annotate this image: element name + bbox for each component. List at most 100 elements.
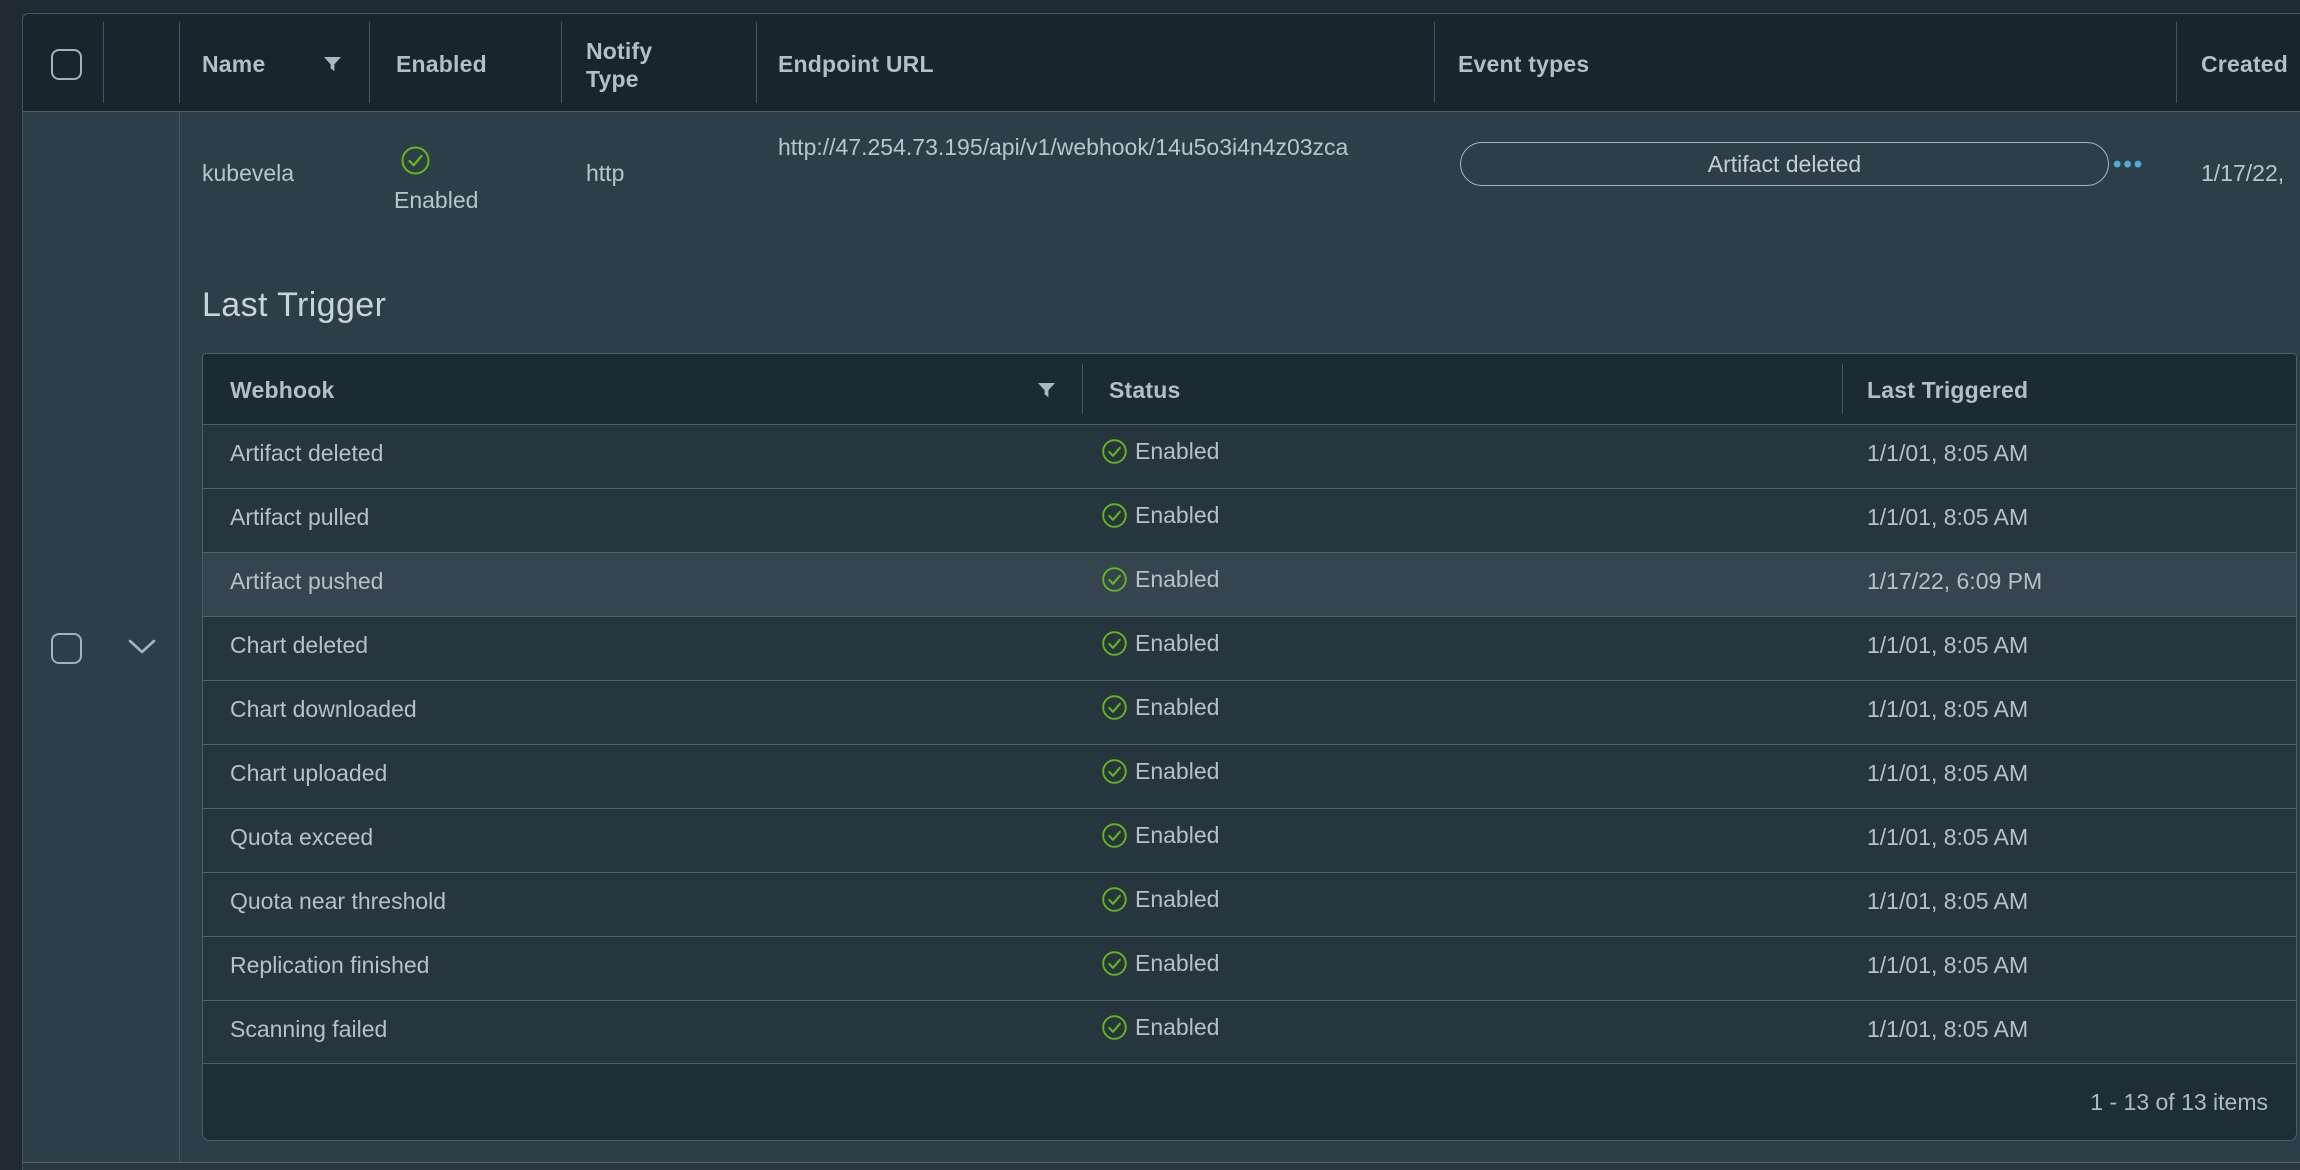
status-label: Enabled	[1135, 438, 1219, 465]
gutter-divider	[179, 111, 180, 1163]
created-cell: 1/17/22,	[2201, 160, 2284, 187]
column-divider	[2176, 22, 2177, 103]
status-cell: Enabled	[1101, 950, 1219, 977]
webhook-cell: Artifact pushed	[230, 568, 383, 595]
column-header-enabled[interactable]: Enabled	[396, 51, 487, 78]
last-trigger-row: Replication finished Enabled 1/1/01, 8:05 …	[203, 937, 2296, 1001]
last-trigger-title: Last Trigger	[202, 286, 386, 325]
last-triggered-cell: 1/1/01, 8:05 AM	[1867, 504, 2028, 531]
column-header-event-types[interactable]: Event types	[1458, 51, 1589, 78]
more-event-types-ellipsis[interactable]: •••	[2113, 151, 2144, 179]
column-divider	[561, 22, 562, 103]
last-trigger-row: Artifact pulled Enabled 1/1/01, 8:05 AM	[203, 489, 2296, 553]
last-triggered-cell: 1/1/01, 8:05 AM	[1867, 760, 2028, 787]
column-divider	[369, 22, 370, 103]
enabled-status-icon	[1101, 886, 1128, 913]
status-label: Enabled	[1135, 630, 1219, 657]
webhook-cell: Chart deleted	[230, 632, 368, 659]
status-label: Enabled	[1135, 694, 1219, 721]
column-header-name[interactable]: Name	[202, 51, 265, 78]
name-filter-icon[interactable]	[322, 54, 343, 74]
column-header-webhook[interactable]: Webhook	[230, 377, 334, 404]
status-cell: Enabled	[1101, 502, 1219, 529]
webhook-name-cell: kubevela	[202, 160, 294, 187]
webhook-cell: Scanning failed	[230, 1016, 387, 1043]
next-row-partial	[23, 1163, 2300, 1170]
column-header-created[interactable]: Created	[2201, 51, 2288, 78]
last-trigger-row: Artifact pushed Enabled 1/17/22, 6:09 PM	[203, 553, 2296, 617]
status-label: Enabled	[1135, 1014, 1219, 1041]
row-checkbox[interactable]	[51, 633, 82, 664]
webhook-filter-icon[interactable]	[1036, 380, 1057, 400]
pagination-summary: 1 - 13 of 13 items	[2090, 1089, 2268, 1116]
status-cell: Enabled	[1101, 1014, 1219, 1041]
status-label: Enabled	[1135, 566, 1219, 593]
webhooks-table-header: Name Enabled Notify Type Endpoint URL Ev…	[23, 14, 2300, 112]
enabled-status-icon	[1101, 630, 1128, 657]
column-header-endpoint-url[interactable]: Endpoint URL	[778, 51, 934, 78]
column-divider	[756, 22, 757, 103]
status-cell: Enabled	[1101, 886, 1219, 913]
status-cell: Enabled	[1101, 822, 1219, 849]
last-triggered-cell: 1/1/01, 8:05 AM	[1867, 696, 2028, 723]
last-triggered-cell: 1/1/01, 8:05 AM	[1867, 888, 2028, 915]
last-trigger-table-header: Webhook Status Last Triggered	[203, 354, 2296, 425]
endpoint-url-cell: http://47.254.73.195/api/v1/webhook/14u5…	[778, 133, 1426, 162]
status-label: Enabled	[1135, 502, 1219, 529]
enabled-status-icon	[1101, 950, 1128, 977]
status-label: Enabled	[1135, 758, 1219, 785]
last-trigger-row: Scanning failed Enabled 1/1/01, 8:05 AM	[203, 1001, 2296, 1065]
enabled-status-icon	[400, 145, 431, 176]
last-trigger-row: Quota exceed Enabled 1/1/01, 8:05 AM	[203, 809, 2296, 873]
status-label: Enabled	[1135, 822, 1219, 849]
webhook-cell: Quota exceed	[230, 824, 373, 851]
webhooks-page: { "colors": { "success_green": "#61ba16"…	[0, 0, 2300, 1170]
enabled-status-icon	[1101, 822, 1128, 849]
last-triggered-cell: 1/1/01, 8:05 AM	[1867, 952, 2028, 979]
notify-type-cell: http	[586, 160, 624, 187]
status-cell: Enabled	[1101, 694, 1219, 721]
enabled-status-icon	[1101, 758, 1128, 785]
table-footer: 1 - 13 of 13 items	[203, 1063, 2296, 1140]
last-trigger-row: Artifact deleted Enabled 1/1/01, 8:05 AM	[203, 425, 2296, 489]
last-triggered-cell: 1/1/01, 8:05 AM	[1867, 440, 2028, 467]
collapse-row-chevron-down-icon[interactable]	[127, 638, 157, 655]
enabled-status-icon	[1101, 566, 1128, 593]
column-divider	[1842, 364, 1843, 414]
status-cell: Enabled	[1101, 438, 1219, 465]
column-divider	[179, 22, 180, 103]
last-trigger-table: Webhook Status Last Triggered Artifact d…	[202, 353, 2297, 1141]
enabled-status-label: Enabled	[394, 187, 478, 214]
webhooks-datagrid: Name Enabled Notify Type Endpoint URL Ev…	[22, 13, 2300, 1170]
status-label: Enabled	[1135, 886, 1219, 913]
webhook-cell: Chart downloaded	[230, 696, 417, 723]
last-trigger-row: Chart deletedEnabled1/1/01, 8:05 AM	[203, 617, 2296, 681]
last-triggered-cell: 1/1/01, 8:05 AM	[1867, 824, 2028, 851]
enabled-status-icon	[1101, 438, 1128, 465]
column-divider	[103, 22, 104, 103]
last-trigger-row: Chart downloaded Enabled 1/1/01, 8:05 AM	[203, 681, 2296, 745]
event-type-tag: Artifact deleted	[1460, 142, 2109, 186]
status-cell: Enabled	[1101, 630, 1219, 657]
last-triggered-cell: 1/17/22, 6:09 PM	[1867, 568, 2042, 595]
column-header-status[interactable]: Status	[1109, 377, 1181, 404]
last-trigger-rows: Artifact deletedEnabled1/1/01, 8:05 AMAr…	[203, 425, 2296, 1065]
status-cell: Enabled	[1101, 566, 1219, 593]
last-trigger-row: Chart uploaded Enabled 1/1/01, 8:05 AM	[203, 745, 2296, 809]
webhook-cell: Artifact pulled	[230, 504, 369, 531]
enabled-status-icon	[1101, 694, 1128, 721]
column-header-last-triggered[interactable]: Last Triggered	[1867, 377, 2028, 404]
column-divider	[1082, 364, 1083, 414]
last-triggered-cell: 1/1/01, 8:05 AM	[1867, 1016, 2028, 1043]
column-divider	[1434, 22, 1435, 103]
status-cell: Enabled	[1101, 758, 1219, 785]
last-trigger-row: Quota near threshold Enabled 1/1/01, 8:05 …	[203, 873, 2296, 937]
webhook-cell: Chart uploaded	[230, 760, 387, 787]
webhook-cell: Replication finished	[230, 952, 429, 979]
column-header-notify-type[interactable]: Notify Type	[586, 37, 706, 93]
webhook-cell: Quota near threshold	[230, 888, 446, 915]
webhook-cell: Artifact deleted	[230, 440, 383, 467]
enabled-status-icon	[1101, 502, 1128, 529]
select-all-checkbox[interactable]	[51, 49, 82, 80]
status-label: Enabled	[1135, 950, 1219, 977]
